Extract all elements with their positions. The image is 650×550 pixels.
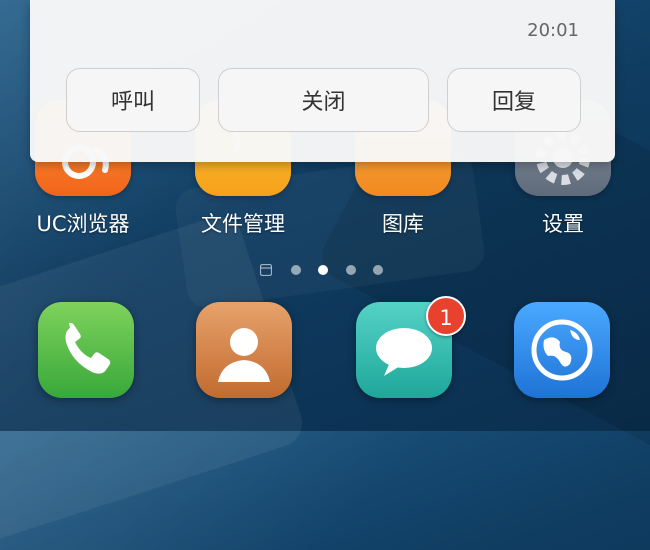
phone-icon <box>65 322 111 374</box>
dock-contacts-app[interactable] <box>196 302 292 398</box>
reply-button[interactable]: 回复 <box>447 68 581 132</box>
unread-badge: 1 <box>426 296 466 336</box>
dock-browser-app[interactable] <box>514 302 610 398</box>
page-dot-active[interactable] <box>318 265 328 275</box>
app-label: 文件管理 <box>201 212 285 236</box>
page-dot[interactable] <box>346 265 356 275</box>
home-screen-icon <box>260 264 272 276</box>
page-dot[interactable] <box>373 265 383 275</box>
close-button[interactable]: 关闭 <box>218 68 429 132</box>
notification-panel: 20:01 呼叫 关闭 回复 <box>30 0 615 162</box>
call-button[interactable]: 呼叫 <box>66 68 200 132</box>
app-label: UC浏览器 <box>36 212 130 236</box>
app-label: 设置 <box>542 212 584 236</box>
page-dot[interactable] <box>291 265 301 275</box>
dock-phone-app[interactable] <box>38 302 134 398</box>
app-label: 图库 <box>382 212 424 236</box>
notification-time: 20:01 <box>527 20 579 41</box>
globe-icon <box>531 319 593 381</box>
contact-person-icon <box>218 328 270 382</box>
